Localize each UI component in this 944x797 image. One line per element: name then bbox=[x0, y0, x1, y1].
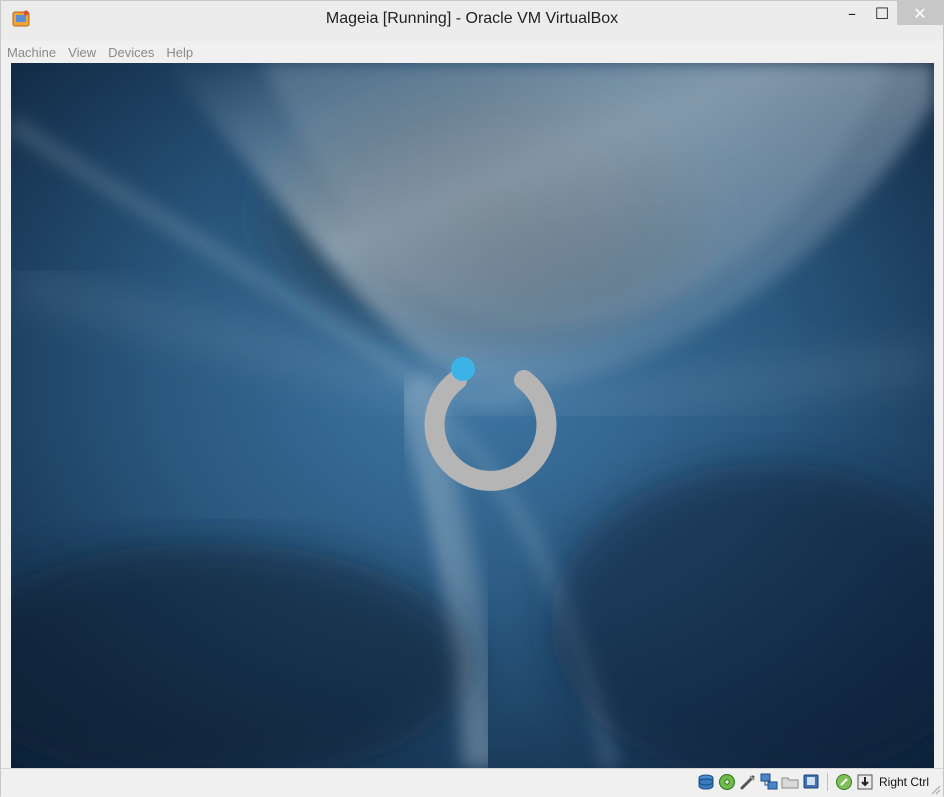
usb-icon[interactable] bbox=[739, 773, 757, 791]
status-bar: Right Ctrl bbox=[1, 768, 943, 797]
window-title: Mageia [Running] - Oracle VM VirtualBox bbox=[325, 10, 619, 27]
mouse-integration-icon[interactable] bbox=[835, 773, 853, 791]
menu-view[interactable]: View bbox=[62, 45, 102, 60]
status-separator bbox=[826, 773, 828, 791]
status-icons: Right Ctrl bbox=[697, 773, 929, 791]
network-icon[interactable] bbox=[760, 773, 778, 791]
window-controls: – ☐ ✕ bbox=[837, 1, 943, 31]
menu-devices[interactable]: Devices bbox=[102, 45, 160, 60]
hard-disk-icon[interactable] bbox=[697, 773, 715, 791]
menu-help[interactable]: Help bbox=[160, 45, 199, 60]
resize-grip-icon[interactable] bbox=[931, 785, 941, 795]
host-key-label: Right Ctrl bbox=[878, 775, 929, 789]
guest-display[interactable] bbox=[11, 63, 934, 768]
menu-bar: Machine View Devices Help bbox=[1, 41, 943, 63]
menu-machine[interactable]: Machine bbox=[1, 45, 62, 60]
maximize-button[interactable]: ☐ bbox=[867, 1, 897, 25]
keyboard-capture-icon[interactable] bbox=[856, 773, 874, 791]
virtualbox-window: Mageia [Running] - Oracle VM VirtualBox … bbox=[0, 0, 944, 797]
minimize-button[interactable]: – bbox=[837, 1, 867, 25]
display-icon[interactable] bbox=[802, 773, 820, 791]
boot-splash-background bbox=[11, 63, 934, 768]
shared-folders-icon[interactable] bbox=[781, 773, 799, 791]
close-button[interactable]: ✕ bbox=[897, 1, 943, 25]
title-bar[interactable]: Mageia [Running] - Oracle VM VirtualBox … bbox=[1, 1, 943, 41]
optical-drive-icon[interactable] bbox=[718, 773, 736, 791]
